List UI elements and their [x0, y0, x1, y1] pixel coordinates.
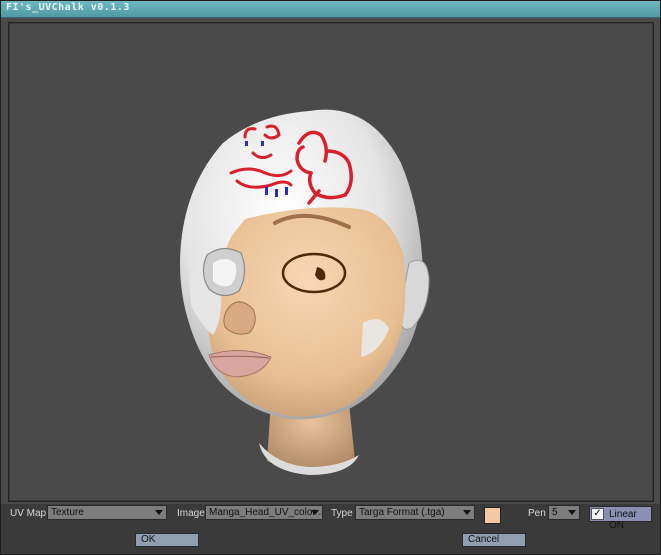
- ok-button[interactable]: OK: [135, 533, 199, 547]
- window-title: FI's_UVChalk v0.1.3: [6, 2, 130, 13]
- image-select[interactable]: Manga_Head_UV_color ...: [205, 505, 323, 520]
- pen-color-swatch[interactable]: [484, 507, 501, 524]
- 3d-viewport[interactable]: [8, 22, 654, 502]
- uvmap-select[interactable]: Texture: [47, 505, 167, 520]
- image-select-value: Manga_Head_UV_color ...: [209, 507, 323, 518]
- cancel-button[interactable]: Cancel: [462, 533, 526, 547]
- uvmap-label: UV Map: [10, 508, 47, 519]
- pen-size-value: 5: [552, 507, 558, 518]
- chevron-down-icon: [311, 510, 319, 515]
- pen-label: Pen: [528, 508, 546, 519]
- checkmark-icon[interactable]: ✓: [591, 508, 604, 520]
- type-label: Type: [331, 508, 353, 519]
- linear-toggle-label: Linear ON: [609, 509, 637, 531]
- head-model-render: [180, 109, 430, 475]
- pen-size-select[interactable]: 5: [548, 505, 580, 520]
- uvmap-select-value: Texture: [51, 507, 84, 518]
- uvchalk-window: FI's_UVChalk v0.1.3 UV Map Texture Image…: [0, 0, 661, 555]
- type-select-value: Targa Format (.tga): [359, 507, 445, 518]
- image-label: Image: [177, 508, 205, 519]
- chevron-down-icon: [155, 510, 163, 515]
- type-select[interactable]: Targa Format (.tga): [355, 505, 475, 520]
- title-bar[interactable]: FI's_UVChalk v0.1.3: [1, 1, 660, 18]
- chevron-down-icon: [463, 510, 471, 515]
- linear-toggle[interactable]: ✓ Linear ON: [589, 506, 652, 531]
- chevron-down-icon: [568, 510, 576, 515]
